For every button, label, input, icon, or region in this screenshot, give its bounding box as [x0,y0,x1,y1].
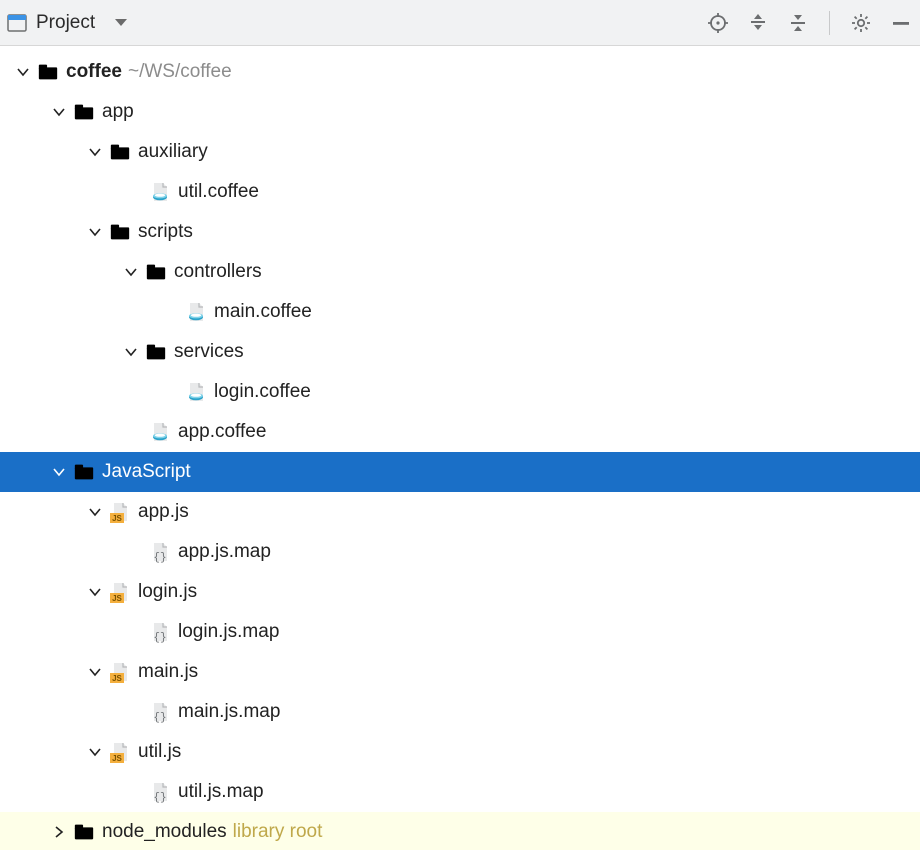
js-file-icon [108,660,132,684]
node-label: main.js.map [178,701,280,723]
coffee-file-icon [148,420,172,444]
tree-node-javascript[interactable]: JavaScript [0,452,920,492]
node-label: JavaScript [102,461,191,483]
folder-icon [144,340,168,364]
chevron-down-icon[interactable] [122,343,140,361]
tree-node-scripts[interactable]: scripts [0,212,920,252]
tree-node-node-modules[interactable]: node_modules library root [0,812,920,850]
view-selector-dropdown-icon[interactable] [115,19,127,26]
chevron-down-icon[interactable] [86,583,104,601]
node-label: app.js [138,501,189,523]
node-label: util.js [138,741,181,763]
chevron-down-icon[interactable] [122,263,140,281]
node-label: coffee [66,61,122,83]
js-file-icon [108,500,132,524]
node-label: controllers [174,261,262,283]
tree-node-main-coffee[interactable]: main.coffee [0,292,920,332]
tree-node-app[interactable]: app [0,92,920,132]
node-label: login.coffee [214,381,311,403]
tree-node-util-coffee[interactable]: util.coffee [0,172,920,212]
node-label: util.js.map [178,781,264,803]
project-tree: coffee ~/WS/coffee app auxiliary util.co… [0,46,920,850]
tree-node-controllers[interactable]: controllers [0,252,920,292]
tree-node-app-coffee[interactable]: app.coffee [0,412,920,452]
collapse-all-button[interactable] [785,10,811,36]
view-selector-label[interactable]: Project [36,12,95,34]
folder-icon [108,220,132,244]
chevron-right-icon[interactable] [50,823,68,841]
tree-node-login-js-map[interactable]: login.js.map [0,612,920,652]
node-label: app.js.map [178,541,271,563]
toolbar-separator [829,11,830,35]
folder-icon [108,140,132,164]
map-file-icon [148,780,172,804]
js-file-icon [108,740,132,764]
js-file-icon [108,580,132,604]
chevron-down-icon[interactable] [86,503,104,521]
node-label: main.coffee [214,301,312,323]
map-file-icon [148,700,172,724]
settings-button[interactable] [848,10,874,36]
folder-icon [72,460,96,484]
project-view-icon [6,12,28,34]
coffee-file-icon [148,180,172,204]
tree-node-main-js[interactable]: main.js [0,652,920,692]
expand-all-button[interactable] [745,10,771,36]
tree-node-app-js[interactable]: app.js [0,492,920,532]
node-label: app.coffee [178,421,266,443]
node-label: services [174,341,244,363]
coffee-file-icon [184,380,208,404]
folder-icon [72,820,96,844]
library-root-tag: library root [233,821,323,843]
chevron-down-icon[interactable] [86,223,104,241]
tree-node-util-js-map[interactable]: util.js.map [0,772,920,812]
chevron-down-icon[interactable] [50,463,68,481]
tree-node-login-js[interactable]: login.js [0,572,920,612]
node-label: scripts [138,221,193,243]
toolbar: Project [0,0,920,46]
folder-icon [72,100,96,124]
chevron-down-icon[interactable] [86,743,104,761]
tree-node-auxiliary[interactable]: auxiliary [0,132,920,172]
tree-node-app-js-map[interactable]: app.js.map [0,532,920,572]
tree-node-util-js[interactable]: util.js [0,732,920,772]
chevron-down-icon[interactable] [50,103,68,121]
chevron-down-icon[interactable] [86,663,104,681]
coffee-file-icon [184,300,208,324]
tree-node-root[interactable]: coffee ~/WS/coffee [0,52,920,92]
tree-node-main-js-map[interactable]: main.js.map [0,692,920,732]
node-label: login.js [138,581,197,603]
node-label: main.js [138,661,198,683]
chevron-down-icon[interactable] [86,143,104,161]
folder-icon [144,260,168,284]
node-label: auxiliary [138,141,208,163]
chevron-down-icon[interactable] [14,63,32,81]
node-label: node_modules [102,821,227,843]
map-file-icon [148,620,172,644]
node-path: ~/WS/coffee [128,61,232,83]
node-label: app [102,101,134,123]
map-file-icon [148,540,172,564]
hide-button[interactable] [888,10,914,36]
tree-node-login-coffee[interactable]: login.coffee [0,372,920,412]
tree-node-services[interactable]: services [0,332,920,372]
node-label: util.coffee [178,181,259,203]
folder-icon [36,60,60,84]
node-label: login.js.map [178,621,279,643]
locate-button[interactable] [705,10,731,36]
